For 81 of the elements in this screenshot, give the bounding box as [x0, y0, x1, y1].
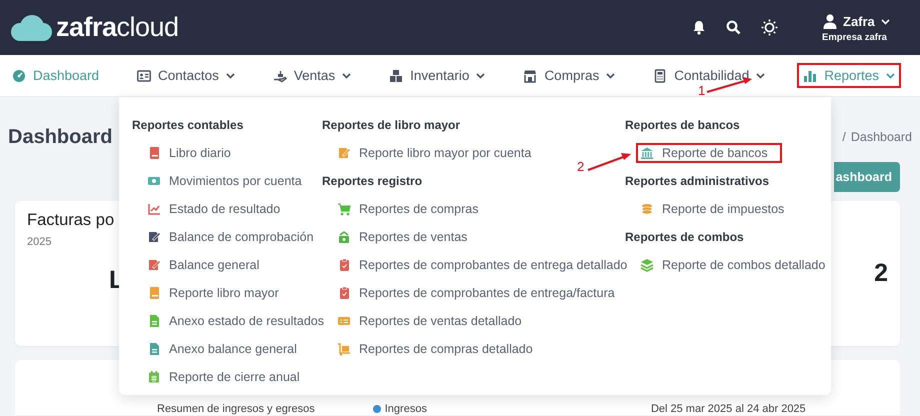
money-bag-icon [337, 230, 351, 244]
menu-item[interactable]: Reporte de cierre anual [143, 367, 314, 387]
gauge-icon [12, 68, 26, 82]
layers-icon [640, 258, 654, 272]
nav-item[interactable]: Ventas [266, 63, 358, 88]
hand-icon [272, 68, 287, 82]
caret-icon [756, 72, 766, 78]
caret-icon [606, 72, 616, 78]
list-card-icon [337, 314, 351, 328]
store-icon [523, 68, 538, 82]
menu-item[interactable]: Libro diario [143, 143, 245, 163]
cloud-logo-icon [10, 14, 52, 42]
bell-icon[interactable] [692, 20, 706, 35]
nav-item[interactable]: Reportes [797, 63, 902, 88]
bank-icon [640, 146, 654, 160]
menu-item[interactable]: Reporte de impuestos [636, 199, 798, 219]
nav-item[interactable]: Compras [517, 63, 622, 88]
company-name: Empresa zafra [822, 32, 887, 43]
section-heading: Reportes de bancos [625, 117, 740, 134]
section-heading: Reportes de combos [625, 229, 744, 246]
section-heading: Reportes contables [132, 117, 244, 134]
section-heading: Reportes registro [322, 173, 422, 190]
menu-item[interactable]: Anexo balance general [143, 339, 311, 359]
coins-icon [640, 202, 654, 216]
menu-item[interactable]: Balance de comprobación [143, 227, 328, 247]
file-icon [147, 342, 161, 356]
id-card-icon [137, 68, 152, 82]
money-icon [147, 174, 161, 188]
annotation-number: 2 [577, 160, 584, 174]
document-edit-icon [147, 230, 161, 244]
document-edit-icon [147, 258, 161, 272]
nav-item[interactable]: Dashboard [6, 63, 106, 88]
caret-icon [476, 72, 486, 78]
menu-item[interactable]: Movimientos por cuenta [143, 171, 316, 191]
clipboard-icon [337, 258, 351, 272]
card-title: Facturas po [27, 211, 114, 230]
search-icon[interactable] [726, 20, 741, 35]
menu-item[interactable]: Reporte libro mayor por cuenta [333, 143, 546, 163]
book-icon [147, 146, 161, 160]
caret-icon [886, 72, 896, 78]
menu-item[interactable]: Reporte de bancos [636, 143, 782, 163]
section-heading: Reportes administrativos [625, 173, 770, 190]
menu-item[interactable]: Reportes de ventas [333, 227, 482, 247]
menu-item[interactable]: Estado de resultado [143, 199, 294, 219]
user-icon[interactable] [823, 14, 837, 29]
line-chart-icon [147, 202, 161, 216]
caret-icon [226, 72, 235, 78]
calendar-icon [147, 370, 161, 384]
page-title: Dashboard [8, 126, 112, 148]
breadcrumb-separator: / [842, 130, 846, 144]
annotation-arrow [588, 153, 631, 171]
date-range: Del 25 mar 2025 al 24 abr 2025 [650, 403, 806, 415]
logo-text: zafracloud [56, 12, 179, 43]
caret-icon [880, 18, 890, 24]
legend-label: Ingresos [384, 403, 427, 415]
menu-item[interactable]: Reportes de compras [333, 199, 493, 219]
summary-title: Resumen de ingresos y egresos [157, 403, 315, 415]
nav-item[interactable]: Contactos [131, 63, 241, 88]
boxes-icon [389, 68, 404, 82]
dashboard-button[interactable]: ashboard [834, 162, 900, 192]
cart-icon [337, 202, 351, 216]
menu-item[interactable]: Balance general [143, 255, 274, 275]
card-value: 2 [874, 259, 888, 288]
nav-item[interactable]: Inventario [383, 63, 492, 88]
breadcrumb-item[interactable]: Dashboard [850, 130, 912, 144]
sun-icon[interactable] [761, 19, 778, 36]
file-icon [147, 314, 161, 328]
book-icon [147, 286, 161, 300]
clipboard-icon [337, 286, 351, 300]
caret-icon [342, 72, 352, 78]
calculator-icon [653, 68, 668, 82]
menu-item[interactable]: Reporte libro mayor [143, 283, 293, 303]
menu-item[interactable]: Reportes de compras detallado [333, 339, 547, 359]
hand-truck-icon [337, 342, 351, 356]
menu-item[interactable]: Reportes de comprobantes de entrega/factura [333, 283, 629, 303]
user-name[interactable]: Zafra [843, 14, 875, 29]
bar-chart-icon [803, 68, 818, 82]
annotation-number: 1 [698, 84, 706, 98]
card-subtitle: 2025 [27, 236, 52, 248]
section-heading: Reportes de libro mayor [322, 117, 460, 134]
document-edit-icon [337, 146, 351, 160]
